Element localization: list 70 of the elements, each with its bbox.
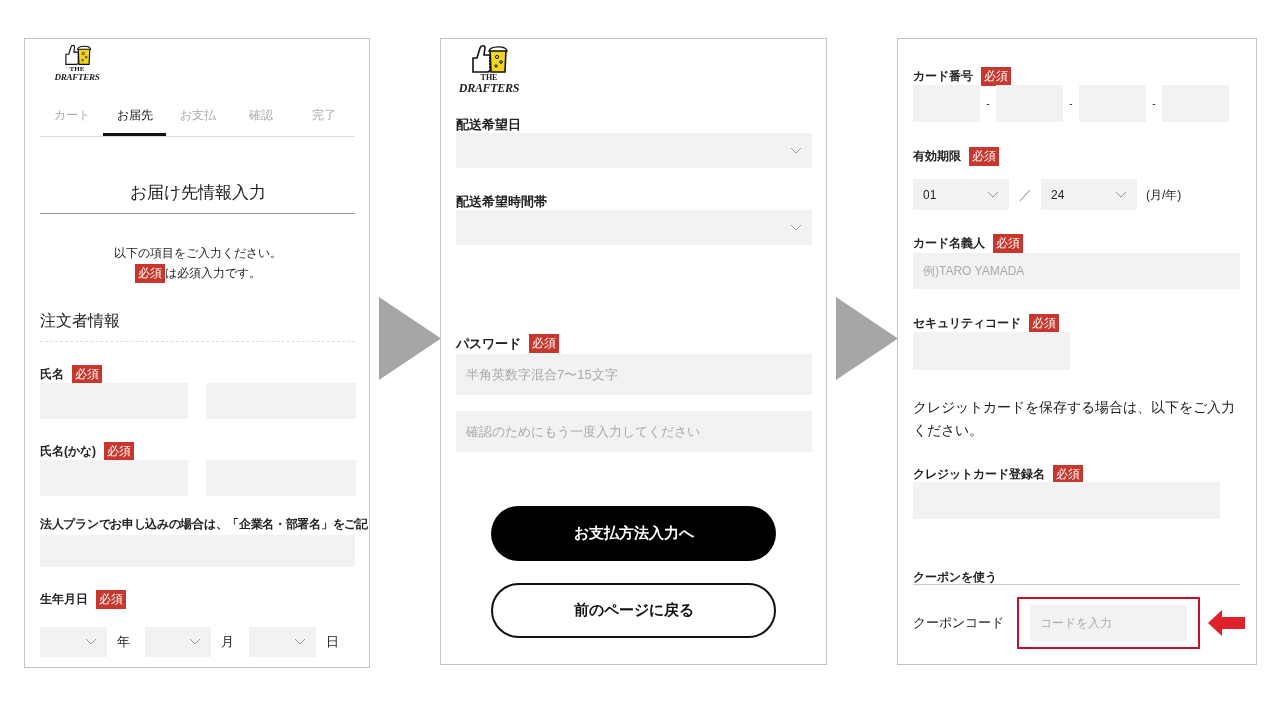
chevron-icon xyxy=(790,146,802,155)
unit-label: 日 xyxy=(325,633,340,652)
select-field[interactable] xyxy=(249,627,316,657)
input-field[interactable] xyxy=(996,85,1063,122)
field-label: 配送希望時間帯 xyxy=(456,192,547,211)
input-field[interactable]: コードを入力 xyxy=(1030,605,1187,641)
field-label: 有効期限 xyxy=(913,148,961,165)
input-field[interactable] xyxy=(913,332,1070,370)
required-badge: 必須 xyxy=(981,66,1011,86)
required-badge: 必須 xyxy=(1029,313,1059,333)
section-title: クーポンを使う xyxy=(913,569,997,586)
back-button[interactable]: 前のページに戻る xyxy=(491,583,776,638)
info-text: クレジットカードを保存する場合は、以下をご入力ください。 xyxy=(913,398,1236,440)
select-field[interactable]: 24 xyxy=(1041,179,1137,210)
pointer-arrow-icon xyxy=(1208,610,1245,636)
field-label: カード名義人 xyxy=(913,235,985,252)
field-label: クレジットカード登録名 xyxy=(913,466,1045,483)
select-field[interactable]: 01 xyxy=(913,179,1009,210)
required-badge: 必須 xyxy=(134,263,165,283)
next-arrow-icon xyxy=(379,297,441,380)
input-field[interactable] xyxy=(913,85,980,122)
select-field[interactable] xyxy=(144,627,212,657)
required-badge: 必須 xyxy=(104,441,134,461)
logo-text: THE xyxy=(480,74,498,82)
unit-label: (月/年) xyxy=(1146,186,1182,204)
input-field[interactable] xyxy=(40,383,188,419)
unit-label: 月 xyxy=(220,633,236,652)
required-badge: 必須 xyxy=(969,146,999,166)
required-badge: 必須 xyxy=(72,364,102,384)
field-label: 氏名(かな) xyxy=(40,443,96,460)
required-badge: 必須 xyxy=(96,589,126,609)
unit-label: 年 xyxy=(115,633,131,652)
chevron-icon xyxy=(1115,190,1127,199)
select-field[interactable] xyxy=(40,627,107,657)
input-field[interactable]: 例)TARO YAMADA xyxy=(913,253,1240,289)
select-field[interactable] xyxy=(456,210,812,245)
input-field[interactable] xyxy=(913,482,1220,519)
field-label: セキュリティコード xyxy=(913,315,1021,332)
chevron-icon xyxy=(790,223,802,232)
select-field[interactable] xyxy=(456,133,812,168)
chevron-icon xyxy=(84,638,97,646)
next-button[interactable]: お支払方法入力へ xyxy=(491,506,776,561)
chevron-icon xyxy=(189,638,202,646)
field-label: 生年月日 xyxy=(40,591,88,608)
instruction-text: 以下の項目をご入力ください。 xyxy=(113,245,282,262)
field-label: 配送希望日 xyxy=(456,115,521,134)
field-label: 氏名 xyxy=(40,366,64,383)
input-field[interactable]: 半角英数字混合7〜15文字 xyxy=(456,354,812,395)
separator: - xyxy=(1151,97,1157,111)
chevron-icon xyxy=(294,638,306,646)
page-title: お届け先情報入力 xyxy=(129,181,266,204)
required-badge: 必須 xyxy=(993,233,1023,253)
chevron-icon xyxy=(987,190,999,199)
required-badge: 必須 xyxy=(529,334,559,353)
field-label: パスワード xyxy=(456,334,521,353)
section-title: 注文者情報 xyxy=(40,312,120,329)
input-field[interactable] xyxy=(40,460,188,496)
next-arrow-icon xyxy=(836,297,898,380)
logo-icon xyxy=(469,44,509,74)
field-label: クーポンコード xyxy=(913,614,1005,633)
field-label: 法人プランでお申し込みの場合は、「企業名・部署名」をご記 xyxy=(40,516,368,533)
separator: ／ xyxy=(1017,185,1033,204)
instruction-text: は必須入力です。 xyxy=(164,265,261,282)
logo-text: DRAFTERS xyxy=(458,82,520,94)
field-label: カード番号 xyxy=(913,68,973,85)
logo-text: DRAFTERS xyxy=(54,73,100,82)
separator: - xyxy=(985,97,991,111)
logo-icon xyxy=(62,44,92,66)
separator: - xyxy=(1068,97,1074,111)
step-tab[interactable]: お届先 xyxy=(103,97,166,136)
